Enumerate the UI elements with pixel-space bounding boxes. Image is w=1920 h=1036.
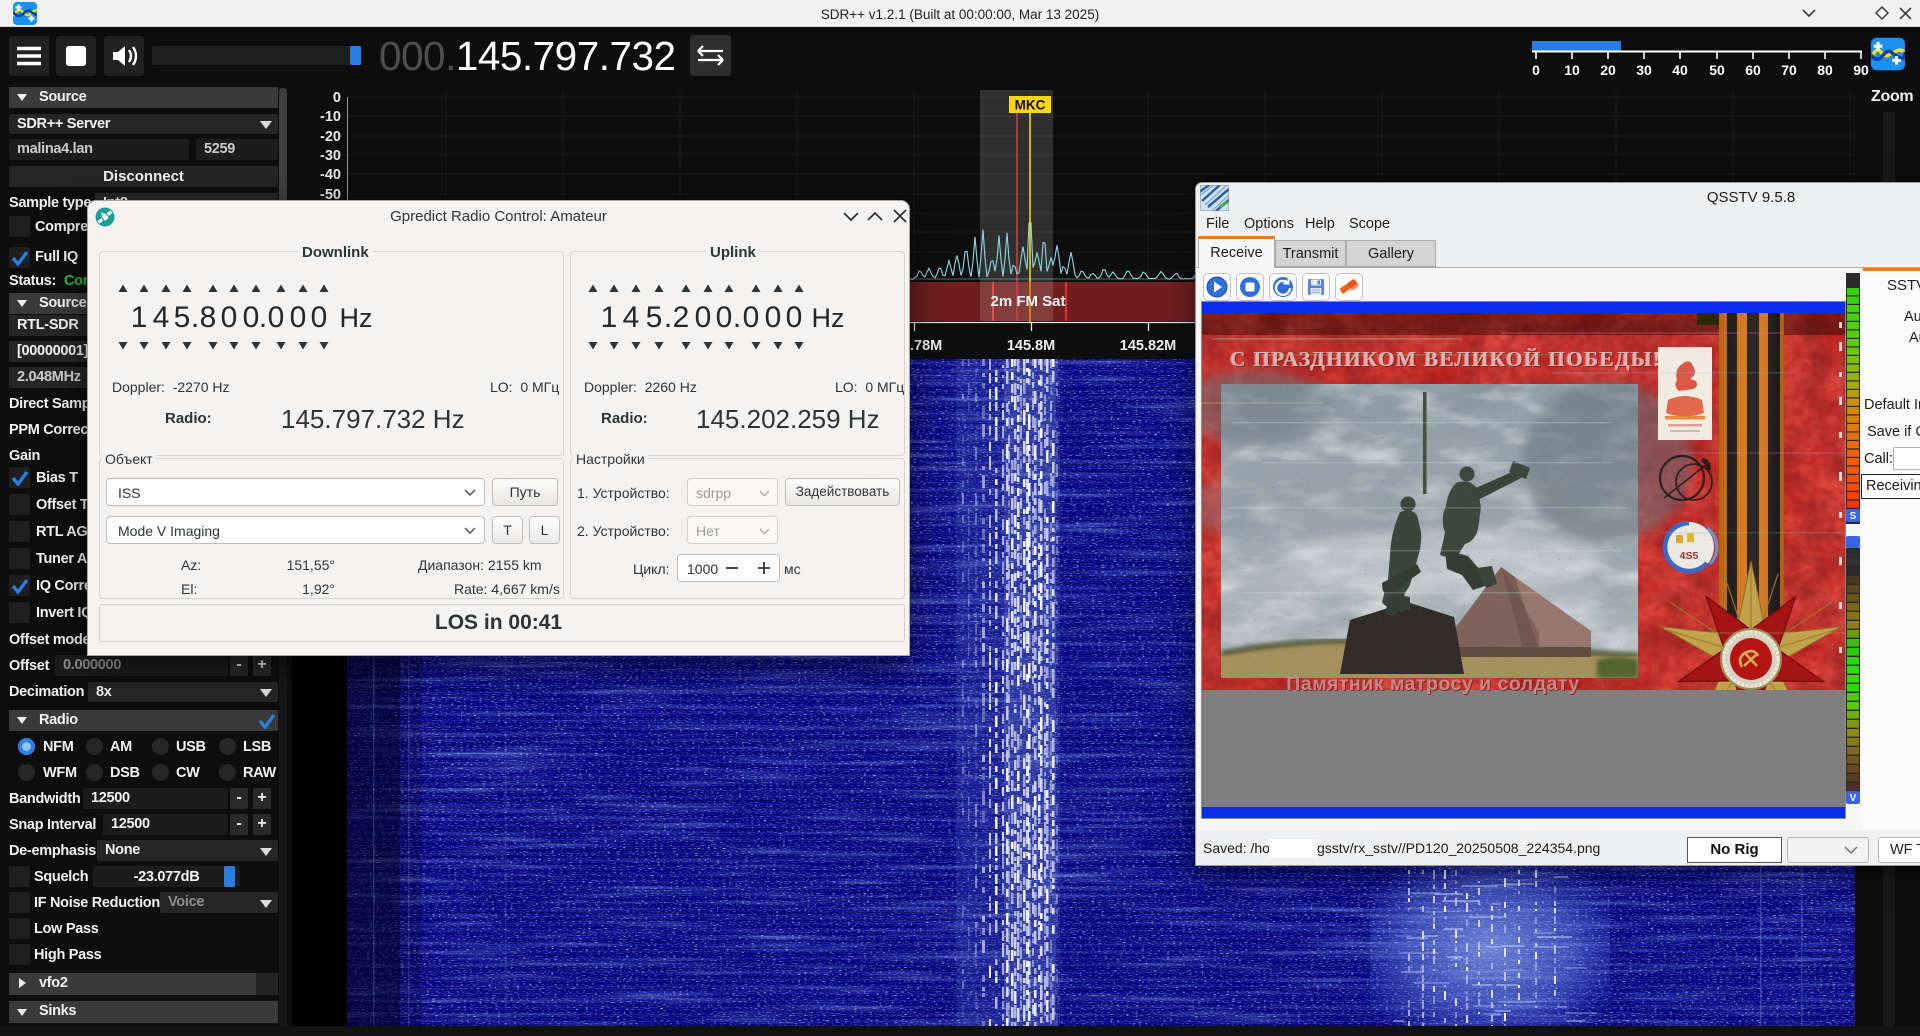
svg-text:5: 5: [174, 301, 191, 334]
svg-text:70: 70: [1781, 62, 1797, 78]
svg-text:1: 1: [131, 301, 148, 334]
svg-text:0: 0: [786, 301, 803, 334]
svg-text:8: 8: [200, 301, 217, 334]
svg-text:.: .: [733, 301, 741, 334]
svg-text:0: 0: [695, 301, 712, 334]
svg-text:4: 4: [623, 301, 640, 334]
svg-text:2: 2: [673, 301, 690, 334]
svg-text:0: 0: [1532, 62, 1540, 78]
svg-text:.: .: [664, 301, 672, 334]
svg-text:30: 30: [1636, 62, 1652, 78]
svg-text:0: 0: [311, 301, 328, 334]
svg-text:Hz: Hz: [340, 303, 373, 333]
svg-text:20: 20: [1600, 62, 1616, 78]
svg-text:S: S: [1850, 511, 1857, 522]
svg-text:0: 0: [716, 301, 733, 334]
svg-text:-20: -20: [320, 129, 341, 145]
svg-text:0: 0: [290, 301, 307, 334]
svg-text:10: 10: [1564, 62, 1580, 78]
svg-text:5: 5: [646, 301, 663, 334]
svg-text:4: 4: [153, 301, 170, 334]
svg-text:1: 1: [601, 301, 618, 334]
svg-text:50: 50: [1709, 62, 1725, 78]
svg-text:60: 60: [1745, 62, 1761, 78]
svg-text:0: 0: [243, 301, 260, 334]
svg-text:0: 0: [221, 301, 238, 334]
svg-text:80: 80: [1817, 62, 1833, 78]
svg-text:V: V: [1850, 793, 1857, 804]
svg-text:MKC: MKC: [1015, 98, 1046, 113]
svg-text:-30: -30: [320, 148, 341, 164]
svg-text:90: 90: [1853, 62, 1869, 78]
svg-text:.: .: [191, 301, 199, 334]
svg-text:0: 0: [743, 301, 760, 334]
svg-text:-10: -10: [320, 109, 341, 125]
svg-text:2m FM Sat: 2m FM Sat: [990, 293, 1065, 310]
svg-text:145.8M: 145.8M: [1007, 338, 1055, 354]
svg-text:.: .: [259, 301, 267, 334]
svg-text:Hz: Hz: [812, 303, 845, 333]
svg-text:145.82M: 145.82M: [1120, 338, 1176, 354]
svg-text:0: 0: [268, 301, 285, 334]
svg-text:0: 0: [333, 90, 341, 106]
svg-text:40: 40: [1672, 62, 1688, 78]
svg-text:-40: -40: [320, 167, 341, 183]
svg-text:0: 0: [765, 301, 782, 334]
